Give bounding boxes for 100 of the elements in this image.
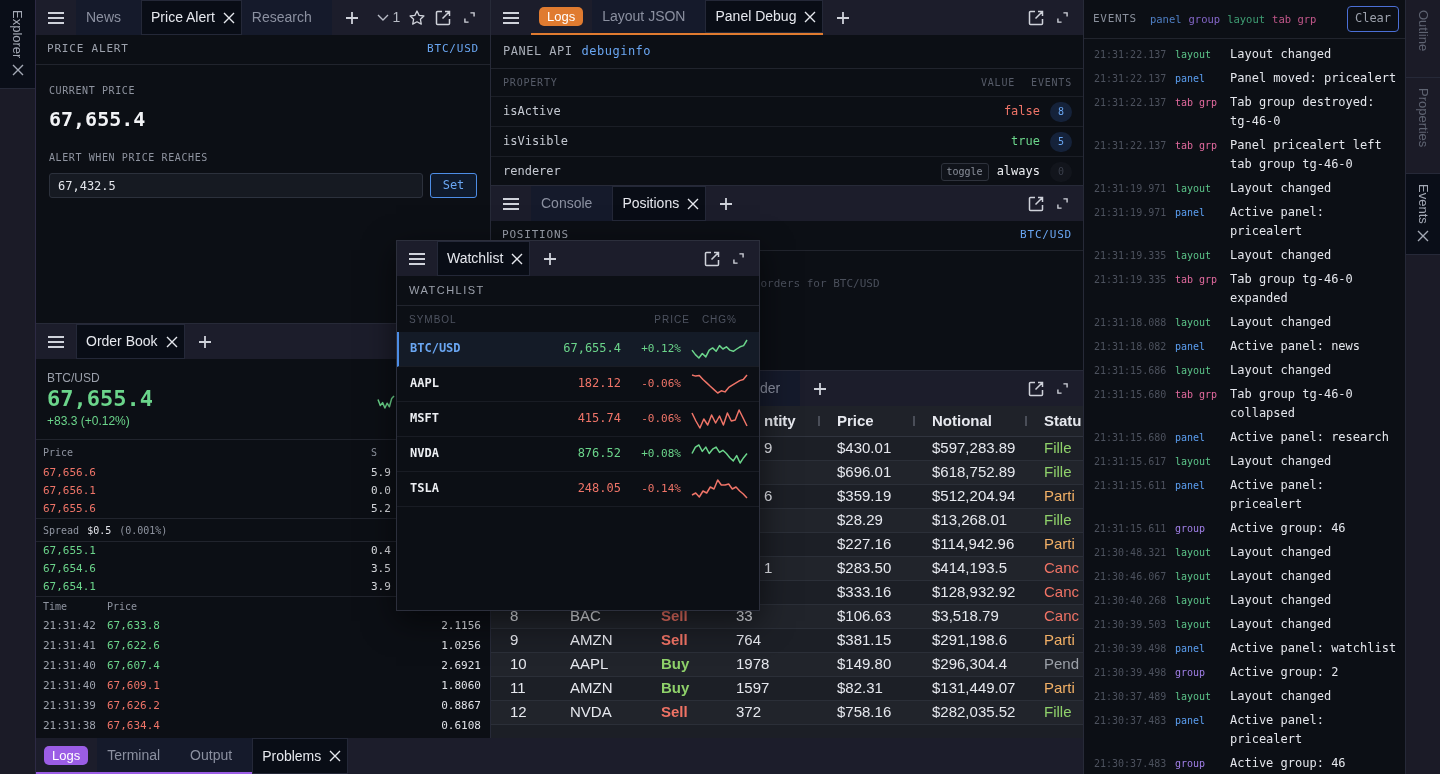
trade-size: 0.6108 — [441, 718, 481, 734]
table-cell: 1597 — [724, 676, 825, 700]
ask-price: 67,656.6 — [43, 465, 96, 481]
bid-price: 67,654.6 — [43, 561, 96, 577]
table-cell: 1978 — [724, 652, 825, 676]
watchlist-row[interactable]: AAPL 182.12 -0.06% — [397, 367, 759, 402]
tab[interactable]: News — [76, 0, 141, 35]
event-count: 8 — [1050, 101, 1072, 122]
tab[interactable]: Order Book — [76, 324, 185, 359]
close-icon — [165, 335, 178, 348]
plus-icon — [837, 11, 850, 24]
table-cell: $13,268.01 — [920, 508, 1032, 532]
panel-title: POSITIONS — [502, 228, 569, 243]
toggle-button[interactable]: toggle — [940, 162, 989, 181]
trade-size: 0.8867 — [441, 698, 481, 714]
event-time: 21:30:40.268 — [1094, 593, 1167, 608]
tab[interactable]: Price Alert — [141, 0, 242, 35]
event-message: Active group: 46 — [1230, 519, 1346, 537]
event-message: Layout changed — [1230, 567, 1332, 585]
event-message: Layout changed — [1230, 687, 1332, 705]
empty-message: orders for BTC/USD — [760, 277, 880, 290]
column-resize-handle[interactable] — [913, 415, 915, 426]
menu-icon — [48, 335, 64, 348]
side-tab[interactable]: Events — [1406, 174, 1440, 256]
event-message: Layout changed — [1230, 452, 1332, 470]
event-filter[interactable]: panel — [1149, 12, 1182, 26]
event-filter[interactable]: group — [1188, 12, 1221, 26]
watchlist-row[interactable]: TSLA 248.05 -0.14% — [397, 472, 759, 507]
tab[interactable]: Panel Debug — [705, 0, 824, 33]
tab[interactable]: Layout JSON — [592, 0, 706, 33]
ticker-symbol: MSFT — [410, 411, 439, 427]
bid-size: 3.5 — [371, 561, 391, 577]
trade-price: 67,607.4 — [107, 658, 160, 674]
hidden-tabs-button[interactable]: 1 — [373, 0, 404, 35]
event-message: Layout changed — [1230, 179, 1332, 197]
column-header[interactable]: Price — [837, 411, 874, 431]
tab[interactable]: Terminal — [97, 738, 181, 772]
trade-price: 67,626.2 — [107, 698, 160, 714]
table-cell: Buy — [649, 676, 724, 700]
spread-value: $0.5 — [87, 523, 112, 537]
watchlist-row[interactable]: MSFT 415.74 -0.06% — [397, 402, 759, 437]
set-button[interactable]: Set — [430, 173, 477, 198]
watchlist-row[interactable]: NVDA 876.52 +0.08% — [397, 437, 759, 472]
close-icon — [687, 197, 700, 210]
side-tab[interactable]: Explorer — [0, 0, 35, 90]
tab[interactable]: der — [759, 371, 801, 406]
tab[interactable]: Positions — [612, 186, 707, 221]
table-cell: AMZN — [558, 628, 649, 652]
pop-out-icon — [704, 250, 720, 267]
tab[interactable]: Watchlist — [437, 241, 531, 276]
trade-size: 2.1156 — [441, 618, 481, 634]
column-header: PROPERTY — [503, 76, 558, 89]
symbol-label: BTC/USD — [1020, 228, 1072, 243]
spread-label: Spread — [43, 523, 80, 537]
table-cell: Sell — [649, 628, 724, 652]
tab[interactable]: Problems — [252, 738, 349, 774]
trade-time: 21:31:38 — [43, 718, 96, 734]
plus-icon — [814, 382, 827, 395]
panel-title: WATCHLIST — [409, 283, 485, 298]
clear-button[interactable]: Clear — [1347, 6, 1399, 32]
tab-group-label[interactable]: Logs — [44, 745, 89, 765]
menu-icon — [48, 11, 64, 24]
tab[interactable]: Output — [180, 738, 253, 772]
tab[interactable]: Console — [531, 186, 613, 221]
event-filter[interactable]: layout — [1227, 12, 1266, 26]
ticker-symbol: NVDA — [410, 446, 439, 462]
close-icon — [222, 11, 235, 24]
trade-time: 21:31:41 — [43, 638, 96, 654]
event-type: tab grp — [1175, 272, 1218, 287]
event-filter[interactable]: tab grp — [1272, 12, 1317, 26]
event-type: panel — [1175, 205, 1206, 220]
column-header[interactable]: ntity — [764, 411, 796, 431]
watchlist-row[interactable]: BTC/USD 67,655.4 +0.12% — [397, 332, 759, 367]
price-change: +83.3 (+0.12%) — [47, 414, 130, 428]
table-cell: $414,193.5 — [920, 556, 1032, 580]
event-message: Layout changed — [1230, 246, 1332, 264]
bid-price: 67,654.1 — [43, 579, 96, 595]
tab[interactable]: Research — [241, 0, 332, 35]
event-count: 5 — [1050, 131, 1072, 152]
property-value: false — [1003, 103, 1040, 120]
event-time: 21:30:39.498 — [1094, 641, 1167, 656]
column-header[interactable]: Statu — [1044, 411, 1082, 431]
event-type: group — [1175, 521, 1206, 536]
column-resize-handle[interactable] — [1025, 415, 1027, 426]
chevron-down-icon — [376, 14, 389, 21]
price-input[interactable]: 67,432.5 — [49, 173, 423, 198]
table-cell: $359.19 — [825, 484, 920, 508]
column-resize-handle[interactable] — [818, 415, 820, 426]
event-type: layout — [1175, 248, 1212, 263]
ticker-symbol: AAPL — [410, 376, 439, 392]
column-header[interactable]: Notional — [932, 411, 992, 431]
table-cell: $106.63 — [825, 604, 920, 628]
price-text: 67,655.4 — [563, 341, 621, 357]
property-name: renderer — [503, 163, 561, 180]
table-cell: 764 — [724, 628, 825, 652]
table-cell: 372 — [724, 700, 825, 724]
column-header: SYMBOL — [409, 312, 457, 326]
close-icon — [11, 64, 24, 77]
bid-price: 67,655.1 — [43, 543, 96, 559]
event-message: Active panel: pricealert — [1230, 711, 1325, 748]
